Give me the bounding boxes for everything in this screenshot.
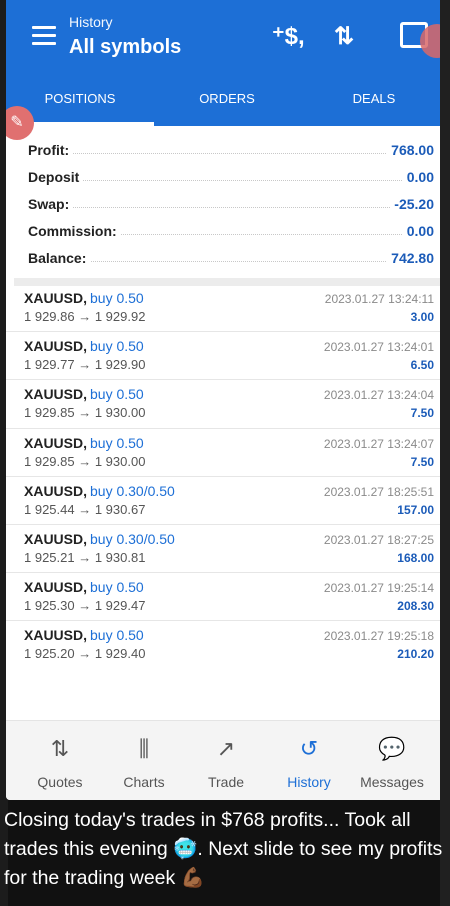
- summary-row-commission: Commission: 0.00: [6, 217, 448, 244]
- trade-symbol: XAUUSD,: [24, 386, 88, 403]
- profit-value: 768.00: [387, 142, 434, 158]
- nav-trade[interactable]: ↗ Trade: [184, 731, 268, 797]
- quotes-icon: ⇅: [50, 736, 70, 761]
- trade-profit: 3.00: [410, 310, 434, 324]
- tab-bar: POSITIONS ORDERS DEALS: [6, 72, 448, 126]
- trade-profit: 7.50: [410, 454, 434, 469]
- profit-label: Profit:: [28, 142, 74, 158]
- trade-symbol: XAUUSD,: [24, 434, 88, 451]
- trade-side: buy 0.50: [90, 386, 144, 403]
- sort-icon[interactable]: ⇅: [334, 22, 354, 51]
- trade-symbol: XAUUSD,: [24, 290, 88, 306]
- trade-time: 2023.01.27 19:25:14: [323, 581, 434, 596]
- trade-time: 2023.01.27 13:24:07: [323, 436, 434, 451]
- trade-profit: 6.50: [410, 358, 434, 373]
- trade-time: 2023.01.27 18:27:25: [323, 532, 434, 547]
- screenshot-frame: History All symbols ⁺$, ⇅ POSITIONS ORDE…: [0, 0, 450, 906]
- trade-side: buy 0.30/0.50: [90, 482, 175, 499]
- balance-value: 742.80: [387, 250, 434, 266]
- nav-label: Charts: [123, 774, 165, 790]
- trade-prices: 1 929.85 → 1 930.00: [24, 453, 146, 469]
- trade-time: 2023.01.27 18:25:51: [323, 484, 434, 499]
- story-caption: Closing today's trades in $768 profits..…: [4, 809, 443, 889]
- list-item[interactable]: XAUUSD, buy 0.50 1 929.77 → 1 929.90 202…: [6, 332, 448, 381]
- tab-orders[interactable]: ORDERS: [154, 72, 300, 126]
- trade-time: 2023.01.27 19:25:18: [323, 629, 434, 644]
- bottom-navigation: ⇅ Quotes ⫼ Charts ↗ Trade ↺ History 💬 Me…: [6, 720, 448, 800]
- summary-row-profit: Profit: 768.00: [6, 136, 448, 163]
- phone-screen: History All symbols ⁺$, ⇅ POSITIONS ORDE…: [6, 0, 448, 800]
- trade-symbol: XAUUSD,: [24, 627, 88, 644]
- trade-side: buy 0.50: [90, 627, 144, 644]
- trade-side: buy 0.30/0.50: [90, 530, 175, 547]
- list-empty-space: [6, 668, 448, 720]
- trade-list: XAUUSD, buy 0.50 1 929.86 → 1 929.92 202…: [6, 284, 448, 670]
- header-subtitle: History: [69, 14, 113, 30]
- trade-profit: 208.30: [397, 599, 434, 614]
- trade-profit: 7.50: [410, 406, 434, 421]
- trade-side: buy 0.50: [90, 579, 144, 596]
- summary-row-balance: Balance: 742.80: [6, 244, 448, 271]
- account-summary: Profit: 768.00 Deposit 0.00 Swap: -25.20…: [6, 136, 448, 271]
- trade-prices: 1 929.86 → 1 929.92: [24, 309, 146, 324]
- trade-side: buy 0.50: [90, 338, 144, 355]
- swap-value: -25.20: [390, 196, 434, 212]
- trade-icon: ↗: [216, 736, 236, 761]
- list-item[interactable]: XAUUSD, buy 0.50 1 925.30 → 1 929.47 202…: [6, 573, 448, 622]
- edit-icon[interactable]: ✎: [6, 106, 34, 140]
- list-item[interactable]: XAUUSD, buy 0.50 1 929.86 → 1 929.92 202…: [6, 284, 448, 333]
- nav-charts[interactable]: ⫼ Charts: [102, 731, 186, 797]
- messages-icon: 💬: [378, 736, 406, 761]
- nav-messages[interactable]: 💬 Messages: [350, 731, 434, 797]
- trade-prices: 1 925.21 → 1 930.81: [24, 549, 146, 565]
- deposit-label: Deposit: [28, 169, 84, 185]
- nav-label: Quotes: [37, 774, 83, 790]
- trade-profit: 168.00: [397, 550, 434, 565]
- nav-history[interactable]: ↺ History: [267, 731, 351, 797]
- trade-time: 2023.01.27 13:24:01: [323, 340, 434, 355]
- currency-swap-icon[interactable]: ⁺$,: [272, 22, 305, 51]
- balance-label: Balance:: [28, 250, 91, 266]
- nav-label: Messages: [360, 774, 424, 790]
- trade-prices: 1 929.77 → 1 929.90: [24, 357, 146, 373]
- menu-icon[interactable]: [32, 26, 56, 46]
- list-item[interactable]: XAUUSD, buy 0.50 1 929.85 → 1 930.00 202…: [6, 380, 448, 429]
- trade-symbol: XAUUSD,: [24, 338, 88, 355]
- trade-profit: 210.20: [397, 647, 434, 662]
- trade-symbol: XAUUSD,: [24, 579, 88, 596]
- deposit-value: 0.00: [402, 169, 434, 185]
- tab-deals[interactable]: DEALS: [300, 72, 448, 126]
- nav-quotes[interactable]: ⇅ Quotes: [18, 731, 102, 797]
- trade-time: 2023.01.27 13:24:04: [323, 388, 434, 403]
- trade-prices: 1 925.44 → 1 930.67: [24, 501, 146, 517]
- trade-time: 2023.01.27 13:24:11: [324, 292, 434, 306]
- swap-label: Swap:: [28, 196, 74, 212]
- trade-side: buy 0.50: [90, 290, 144, 306]
- trade-prices: 1 925.30 → 1 929.47: [24, 598, 146, 614]
- history-icon: ↺: [299, 736, 319, 761]
- summary-row-swap: Swap: -25.20: [6, 190, 448, 217]
- trade-prices: 1 925.20 → 1 929.40: [24, 646, 146, 662]
- summary-row-deposit: Deposit 0.00: [6, 163, 448, 190]
- trade-prices: 1 929.85 → 1 930.00: [24, 405, 146, 421]
- trade-profit: 157.00: [397, 502, 434, 517]
- trade-symbol: XAUUSD,: [24, 530, 88, 547]
- list-item[interactable]: XAUUSD, buy 0.50 1 929.85 → 1 930.00 202…: [6, 429, 448, 477]
- nav-label: History: [287, 774, 331, 790]
- charts-icon: ⫼: [138, 736, 150, 761]
- page-title: All symbols: [69, 36, 182, 58]
- phone-bezel-right: [440, 0, 450, 906]
- trade-symbol: XAUUSD,: [24, 482, 88, 499]
- trade-side: buy 0.50: [90, 434, 144, 451]
- commission-label: Commission:: [28, 223, 121, 239]
- list-item[interactable]: XAUUSD, buy 0.30/0.50 1 925.21 → 1 930.8…: [6, 525, 448, 574]
- commission-value: 0.00: [402, 223, 434, 239]
- nav-label: Trade: [207, 774, 245, 790]
- list-item[interactable]: XAUUSD, buy 0.50 1 925.20 → 1 929.40 202…: [6, 621, 448, 670]
- app-bar: History All symbols ⁺$, ⇅: [6, 0, 448, 72]
- list-item[interactable]: XAUUSD, buy 0.30/0.50 1 925.44 → 1 930.6…: [6, 477, 448, 525]
